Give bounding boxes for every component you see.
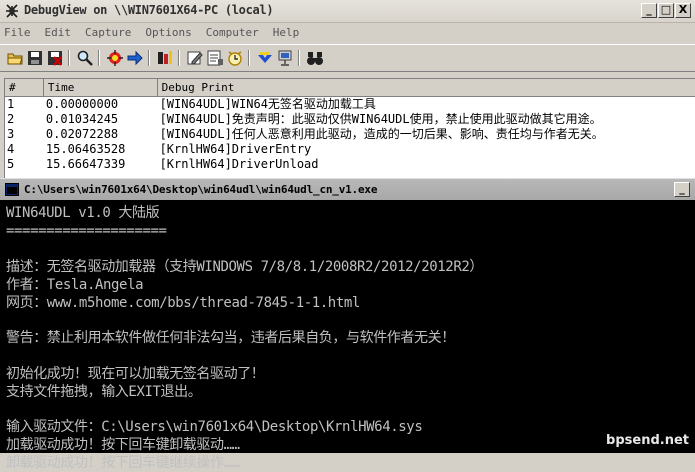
console-line: 支持文件拖拽，输入EXIT退出。	[6, 384, 202, 400]
row-text: [WIN64UDL]WIN64无签名驱动加载工具	[159, 97, 376, 111]
row-time: 15.06463528	[45, 142, 126, 156]
filter-icon[interactable]	[156, 49, 174, 67]
debug-output-list[interactable]: # Time Debug Print 1 0.00000000 [WIN64UD…	[4, 78, 695, 179]
row-text: [KrnlHW64]DriverUnload	[159, 157, 319, 171]
menu-bar: File Edit Capture Options Computer Help	[0, 23, 695, 43]
menu-options[interactable]: Options	[138, 23, 198, 43]
find-icon[interactable]	[76, 49, 94, 67]
clear-icon[interactable]	[46, 49, 64, 67]
console-line: 警告：禁止利用本软件做任何非法勾当，违者后果自负，与软件作者无关！	[6, 330, 455, 346]
column-header-time[interactable]: Time	[44, 79, 158, 96]
console-line: 输入驱动文件：C:\Users\win7601x64\Desktop\KrnlH…	[6, 419, 423, 435]
save-icon[interactable]	[26, 49, 44, 67]
column-header-number[interactable]: #	[5, 79, 44, 96]
minimize-button[interactable]: _	[641, 3, 657, 18]
menu-computer[interactable]: Computer	[199, 23, 266, 43]
edit-icon[interactable]	[186, 49, 204, 67]
row-text: [KrnlHW64]DriverEntry	[159, 142, 312, 156]
history-icon[interactable]	[206, 49, 224, 67]
watermark: bpsend.net	[606, 433, 689, 448]
row-text: [WIN64UDL]免责声明：此驱动仅供WIN64UDL使用，禁止使用此驱动做其…	[159, 112, 602, 126]
table-row[interactable]: 4 15.06463528 [KrnlHW64]DriverEntry	[5, 142, 695, 157]
row-number: 2	[7, 112, 15, 126]
computer-icon[interactable]	[276, 49, 294, 67]
capture-icon[interactable]	[106, 49, 124, 67]
debugview-window: DebugView on \\WIN7601X64-PC (local) _ □…	[0, 0, 695, 179]
console-app-icon	[5, 183, 19, 196]
debugview-app-icon	[6, 4, 18, 18]
console-line: 作者：Tesla.Angela	[6, 277, 144, 293]
binoculars-icon[interactable]	[306, 49, 324, 67]
row-number: 1	[7, 97, 15, 111]
console-line: 加载驱动成功！按下回车键卸载驱动……	[6, 437, 240, 453]
clock-icon[interactable]	[226, 49, 244, 67]
row-time: 0.01034245	[45, 112, 119, 126]
column-header-debug-print[interactable]: Debug Print	[158, 79, 695, 96]
highlight-icon[interactable]	[256, 49, 274, 67]
row-time: 0.02072288	[45, 127, 119, 141]
console-line: 初始化成功！现在可以加载无签名驱动了！	[6, 366, 265, 382]
table-row[interactable]: 3 0.02072288 [WIN64UDL]任何人恶意利用此驱动，造成的一切后…	[5, 127, 695, 142]
console-title: C:\Users\win7601x64\Desktop\win64udl\win…	[24, 183, 378, 196]
list-header: # Time Debug Print	[5, 79, 695, 97]
console-output[interactable]: WIN64UDL v1.0 大陆版 ==================== 描…	[0, 200, 695, 471]
console-titlebar[interactable]: C:\Users\win7601x64\Desktop\win64udl\win…	[0, 178, 695, 200]
console-line: ====================	[6, 223, 167, 239]
autoscroll-icon[interactable]	[126, 49, 144, 67]
row-text: [WIN64UDL]任何人恶意利用此驱动，造成的一切后果、影响、责任均与作者无关…	[159, 127, 604, 141]
console-minimize-button[interactable]: _	[674, 182, 690, 197]
row-time: 0.00000000	[45, 97, 119, 111]
table-row[interactable]: 2 0.01034245 [WIN64UDL]免责声明：此驱动仅供WIN64UD…	[5, 112, 695, 127]
menu-capture[interactable]: Capture	[78, 23, 138, 43]
console-line: 卸载驱动成功！按下回车键继续操作……	[6, 455, 240, 471]
maximize-button[interactable]: □	[658, 3, 674, 18]
menu-edit[interactable]: Edit	[38, 23, 79, 43]
row-time: 15.66647339	[45, 157, 126, 171]
console-window: C:\Users\win7601x64\Desktop\win64udl\win…	[0, 178, 695, 471]
menu-help[interactable]: Help	[266, 23, 307, 43]
row-number: 4	[7, 142, 15, 156]
menu-file[interactable]: File	[0, 23, 38, 43]
debugview-titlebar[interactable]: DebugView on \\WIN7601X64-PC (local) _ □…	[0, 0, 695, 23]
row-number: 3	[7, 127, 15, 141]
table-row[interactable]: 5 15.66647339 [KrnlHW64]DriverUnload	[5, 157, 695, 172]
close-button[interactable]: X	[675, 3, 691, 18]
open-icon[interactable]	[6, 49, 24, 67]
table-row[interactable]: 1 0.00000000 [WIN64UDL]WIN64无签名驱动加载工具	[5, 97, 695, 112]
console-line: 描述：无签名驱动加载器（支持WINDOWS 7/8/8.1/2008R2/201…	[6, 259, 483, 275]
toolbar	[0, 44, 695, 72]
console-line: WIN64UDL v1.0 大陆版	[6, 205, 160, 221]
console-line: 网页：www.m5home.com/bbs/thread-7845-1-1.ht…	[6, 295, 360, 311]
window-title: DebugView on \\WIN7601X64-PC (local)	[24, 3, 274, 17]
row-number: 5	[7, 157, 15, 171]
